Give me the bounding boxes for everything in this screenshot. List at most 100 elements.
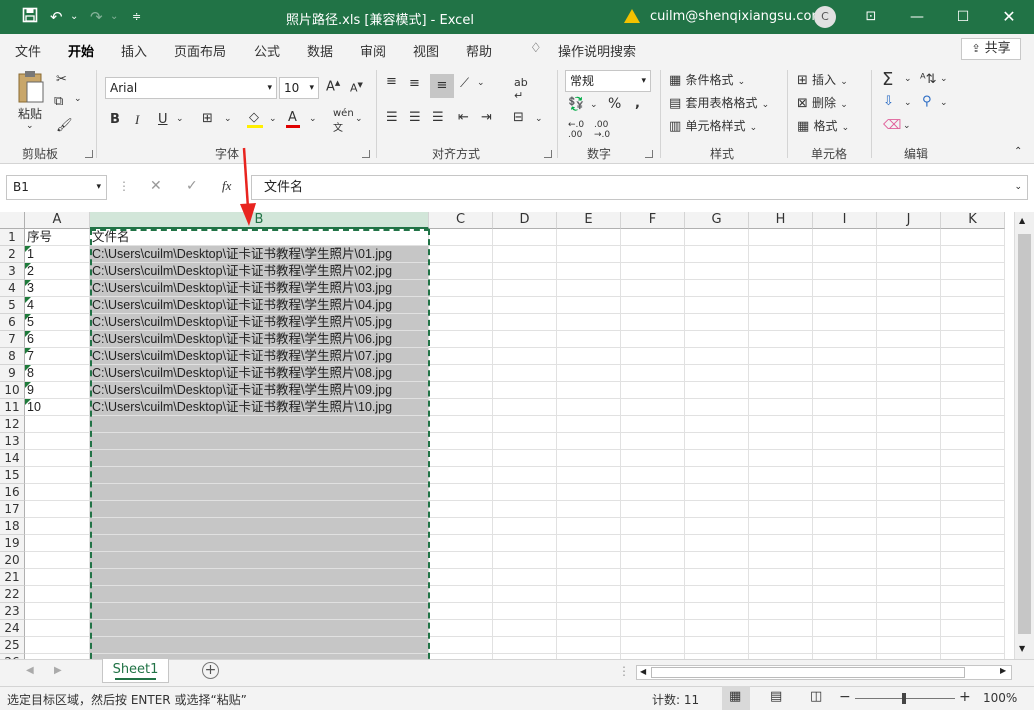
cell-j3[interactable] [877,263,941,280]
cell-d12[interactable] [493,416,557,433]
cell-i6[interactable] [813,314,877,331]
cell-d5[interactable] [493,297,557,314]
cell-a24[interactable] [25,620,90,637]
cell-c13[interactable] [429,433,493,450]
phonetic-guide-icon[interactable]: wén 文 [333,108,354,134]
cell-f23[interactable] [621,603,685,620]
cell-b12[interactable] [90,416,429,433]
cell-e10[interactable] [557,382,621,399]
autosum-icon[interactable]: Σ [882,69,893,90]
cell-i13[interactable] [813,433,877,450]
close-button[interactable]: ✕ [996,6,1022,28]
cell-e22[interactable] [557,586,621,603]
cell-c16[interactable] [429,484,493,501]
cell-c1[interactable] [429,229,493,246]
dialog-launcher-icon[interactable] [85,150,93,158]
cell-d18[interactable] [493,518,557,535]
cell-f14[interactable] [621,450,685,467]
cell-i22[interactable] [813,586,877,603]
cell-f10[interactable] [621,382,685,399]
select-all-corner[interactable] [0,212,25,229]
cell-k7[interactable] [941,331,1005,348]
cell-f6[interactable] [621,314,685,331]
cell-f24[interactable] [621,620,685,637]
cell-f19[interactable] [621,535,685,552]
cell-h22[interactable] [749,586,813,603]
chevron-down-icon[interactable]: ⌄ [26,121,34,131]
cell-a18[interactable] [25,518,90,535]
column-header-d[interactable]: D [493,212,557,229]
column-header-k[interactable]: K [941,212,1005,229]
cell-j25[interactable] [877,637,941,654]
tab-file[interactable]: 文件 [15,41,41,60]
cell-b20[interactable] [90,552,429,569]
cell-i20[interactable] [813,552,877,569]
cell-g13[interactable] [685,433,749,450]
cell-i7[interactable] [813,331,877,348]
cell-a17[interactable] [25,501,90,518]
cell-d11[interactable] [493,399,557,416]
format-as-table-button[interactable]: ▤ 套用表格格式 ⌄ [669,94,769,111]
cell-i4[interactable] [813,280,877,297]
column-header-g[interactable]: G [685,212,749,229]
align-center-icon[interactable]: ☰ [409,110,421,125]
cell-c7[interactable] [429,331,493,348]
cell-g14[interactable] [685,450,749,467]
cell-b8[interactable]: C:\Users\cuilm\Desktop\证卡证书教程\学生照片\07.jp… [90,348,429,365]
row-header[interactable]: 21 [0,569,25,586]
cell-b22[interactable] [90,586,429,603]
cell-a22[interactable] [25,586,90,603]
cell-a20[interactable] [25,552,90,569]
clear-icon[interactable]: ⌫ [883,118,901,133]
cell-d23[interactable] [493,603,557,620]
cell-d22[interactable] [493,586,557,603]
cell-i1[interactable] [813,229,877,246]
font-name-select[interactable]: Arial ▾ [105,77,277,99]
cell-e23[interactable] [557,603,621,620]
cell-h13[interactable] [749,433,813,450]
chevron-down-icon[interactable]: ⌄ [903,121,911,131]
row-header[interactable]: 6 [0,314,25,331]
cell-j22[interactable] [877,586,941,603]
cell-j8[interactable] [877,348,941,365]
cell-b23[interactable] [90,603,429,620]
cell-j4[interactable] [877,280,941,297]
cell-e14[interactable] [557,450,621,467]
cell-a8[interactable]: 7 [25,348,90,365]
cell-h1[interactable] [749,229,813,246]
cell-a21[interactable] [25,569,90,586]
cell-j21[interactable] [877,569,941,586]
cell-e16[interactable] [557,484,621,501]
column-header-f[interactable]: F [621,212,685,229]
cell-b7[interactable]: C:\Users\cuilm\Desktop\证卡证书教程\学生照片\06.jp… [90,331,429,348]
cell-g1[interactable] [685,229,749,246]
cell-j2[interactable] [877,246,941,263]
row-header[interactable]: 13 [0,433,25,450]
cell-k19[interactable] [941,535,1005,552]
cell-g23[interactable] [685,603,749,620]
cell-b14[interactable] [90,450,429,467]
cell-k10[interactable] [941,382,1005,399]
row-header[interactable]: 18 [0,518,25,535]
row-header[interactable]: 10 [0,382,25,399]
cell-g25[interactable] [685,637,749,654]
chevron-down-icon[interactable]: ⌄ [74,94,82,104]
cell-h12[interactable] [749,416,813,433]
cell-e6[interactable] [557,314,621,331]
cell-j7[interactable] [877,331,941,348]
cell-d15[interactable] [493,467,557,484]
cell-g24[interactable] [685,620,749,637]
cell-c22[interactable] [429,586,493,603]
cell-i5[interactable] [813,297,877,314]
cell-f2[interactable] [621,246,685,263]
cell-a5[interactable]: 4 [25,297,90,314]
cell-h24[interactable] [749,620,813,637]
cell-k12[interactable] [941,416,1005,433]
maximize-button[interactable]: ☐ [950,6,976,28]
cell-k23[interactable] [941,603,1005,620]
cell-c21[interactable] [429,569,493,586]
cell-b16[interactable] [90,484,429,501]
cell-a7[interactable]: 6 [25,331,90,348]
row-header[interactable]: 17 [0,501,25,518]
cell-e9[interactable] [557,365,621,382]
